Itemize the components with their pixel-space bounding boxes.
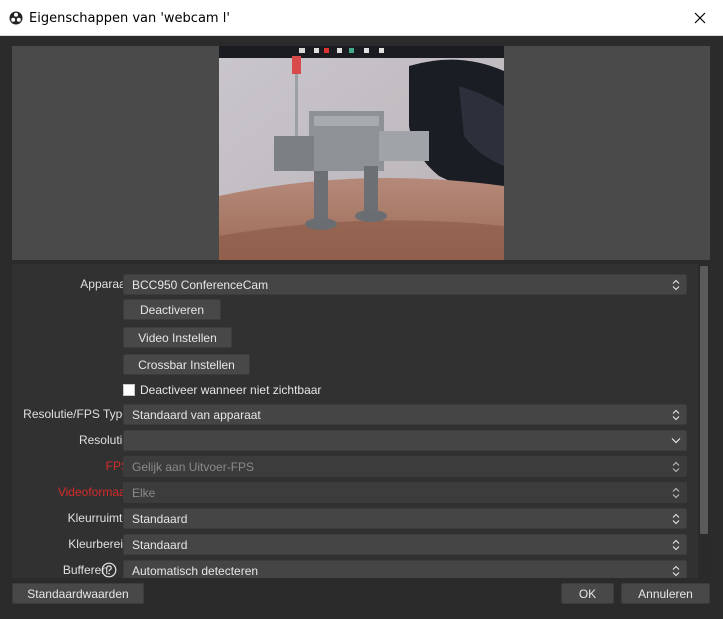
device-value: BCC950 ConferenceCam [132,278,269,292]
video-format-row: Videoformaat Elke [12,482,698,503]
updown-icon [666,405,686,424]
resolution-row: Resolutie [12,430,698,451]
scrollbar-thumb[interactable] [700,266,708,534]
properties-panel: Apparaat BCC950 ConferenceCam Deactivere… [12,264,698,578]
defaults-button[interactable]: Standaardwaarden [12,583,144,604]
res-fps-type-value: Standaard van apparaat [132,408,261,422]
color-range-value: Standaard [132,538,188,552]
updown-icon [666,275,686,294]
cancel-button[interactable]: Annuleren [621,583,710,604]
updown-icon [666,457,686,476]
close-icon [694,12,706,24]
ok-button[interactable]: OK [561,583,614,604]
webcam-preview-image [219,46,504,260]
window-title: Eigenschappen van 'webcam l' [29,11,230,26]
device-row: Apparaat BCC950 ConferenceCam [12,274,698,295]
deactivate-when-hidden-checkbox[interactable] [123,384,135,396]
device-label: Apparaat [80,277,129,291]
crossbar-settings-button[interactable]: Crossbar Instellen [123,354,250,375]
fps-select: Gelijk aan Uitvoer-FPS [123,456,687,477]
color-range-label: Kleurbereik [68,537,129,551]
resolution-combobox[interactable] [123,430,687,451]
res-fps-type-row: Resolutie/FPS Type Standaard van apparaa… [12,404,698,425]
fps-value: Gelijk aan Uitvoer-FPS [132,460,255,474]
buffering-select[interactable]: Automatisch detecteren [123,560,687,578]
buffering-value: Automatisch detecteren [132,564,259,578]
dialog-footer: Standaardwaarden OK Annuleren [0,578,723,619]
updown-icon [666,509,686,528]
res-fps-type-label: Resolutie/FPS Type [23,407,129,421]
title-bar[interactable]: Eigenschappen van 'webcam l' [0,0,723,36]
resolution-label: Resolutie [78,433,129,447]
properties-dialog: Eigenschappen van 'webcam l' Apparaat BC… [0,0,723,619]
color-space-select[interactable]: Standaard [123,508,687,529]
color-range-row: Kleurbereik Standaard [12,534,698,555]
deactivate-when-hidden-label: Deactiveer wanneer niet zichtbaar [140,383,322,397]
help-icon[interactable] [101,562,117,578]
properties-scrollbar[interactable] [698,264,710,578]
device-select[interactable]: BCC950 ConferenceCam [123,274,687,295]
color-space-value: Standaard [132,512,188,526]
obs-icon [9,11,23,25]
color-range-select[interactable]: Standaard [123,534,687,555]
close-button[interactable] [677,0,723,36]
deactivate-button[interactable]: Deactiveren [123,299,221,320]
video-format-select: Elke [123,482,687,503]
video-settings-button[interactable]: Video Instellen [123,327,232,348]
updown-icon [666,535,686,554]
color-space-label: Kleurruimte [67,511,129,525]
fps-row: FPS Gelijk aan Uitvoer-FPS [12,456,698,477]
video-format-label: Videoformaat [57,485,129,499]
updown-icon [666,483,686,502]
preview-area [12,46,710,260]
color-space-row: Kleurruimte Standaard [12,508,698,529]
buffering-row: Bufferen Automatisch detecteren [12,560,698,578]
chevron-down-icon [666,431,686,450]
video-format-value: Elke [132,486,156,500]
updown-icon [666,561,686,578]
res-fps-type-select[interactable]: Standaard van apparaat [123,404,687,425]
